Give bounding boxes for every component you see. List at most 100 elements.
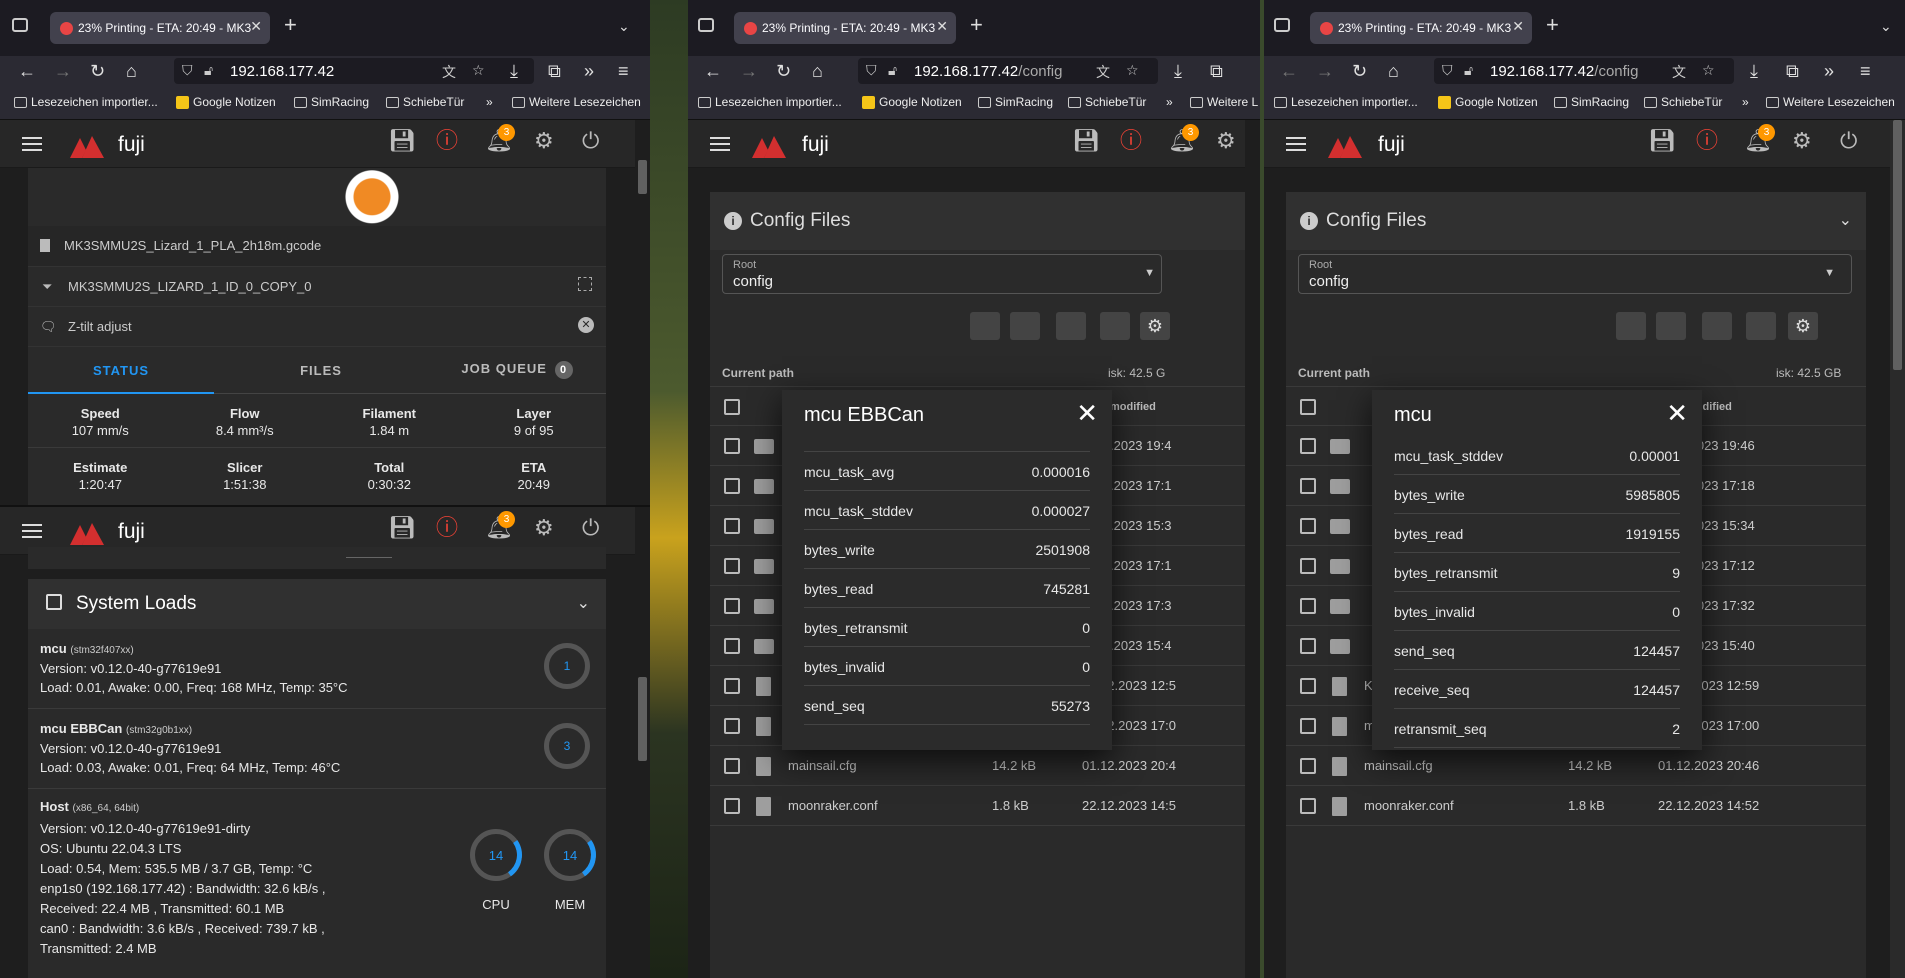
emergency-stop-icon[interactable]: ⓘ [436, 130, 458, 152]
close-tab-icon[interactable]: ✕ [936, 18, 948, 35]
more-tools-icon[interactable]: » [584, 62, 594, 80]
row-checkbox[interactable] [724, 438, 740, 454]
home-icon[interactable]: ⌂ [812, 62, 823, 80]
row-checkbox[interactable] [1300, 558, 1316, 574]
lock-icon[interactable]: 🔓︎ [888, 62, 897, 79]
browser-tab[interactable]: 23% Printing - ETA: 20:49 - MK3 ✕ [1310, 12, 1532, 44]
file-name[interactable]: moonraker.conf [1364, 798, 1454, 813]
menu-icon[interactable]: ≡ [1860, 62, 1871, 80]
url-bar[interactable]: ⛉ 🔓︎ 192.168.177.42/config 文 ☆ [858, 58, 1158, 84]
translate-icon[interactable]: 文 [442, 62, 456, 82]
translate-icon[interactable]: 文 [1096, 62, 1110, 82]
row-checkbox[interactable] [724, 638, 740, 654]
chevron-down-icon[interactable]: ⌄ [577, 593, 590, 613]
menu-icon[interactable]: ≡ [618, 62, 629, 80]
translate-icon[interactable]: 文 [1672, 62, 1686, 82]
download-icon[interactable]: ⤓ [510, 62, 518, 80]
row-checkbox[interactable] [724, 518, 740, 534]
reload-icon[interactable]: ↻ [1352, 62, 1367, 80]
refresh-button[interactable] [1100, 312, 1130, 340]
row-checkbox[interactable] [1300, 598, 1316, 614]
config-files-header[interactable]: i Config Files ⌄ [1286, 192, 1866, 250]
row-checkbox[interactable] [1300, 678, 1316, 694]
select-all-checkbox[interactable] [724, 399, 740, 415]
url-bar[interactable]: ⛉ 🔓︎ 192.168.177.42/config 文 ☆ [1434, 58, 1734, 84]
menu-hamburger-icon[interactable] [1286, 137, 1306, 151]
save-icon[interactable]: 💾︎ [388, 517, 416, 539]
shield-icon[interactable]: ⛉ [182, 62, 193, 79]
bookmark-star-icon[interactable]: ☆ [1126, 62, 1139, 79]
bookmark-item[interactable]: Google Notizen [862, 95, 962, 109]
tab-overview-icon[interactable] [12, 18, 28, 32]
new-tab-icon[interactable]: + [970, 14, 983, 36]
table-row-file[interactable]: mainsail.cfg 14.2 kB 01.12.2023 20:4 [710, 746, 1260, 786]
tab-files[interactable]: FILES [228, 363, 414, 378]
scrollbar-thumb[interactable] [1893, 120, 1902, 370]
select-all-checkbox[interactable] [1300, 399, 1316, 415]
gear-icon[interactable]: ⚙ [534, 130, 554, 152]
bookmark-item[interactable]: SchiebeTür [1068, 95, 1146, 109]
row-checkbox[interactable] [1300, 438, 1316, 454]
gear-icon[interactable]: ⚙ [534, 517, 554, 539]
menu-hamburger-icon[interactable] [22, 524, 42, 538]
gear-icon[interactable]: ⚙ [1216, 130, 1236, 152]
gear-icon[interactable]: ⚙ [1792, 130, 1812, 152]
upload-button[interactable] [970, 312, 1000, 340]
settings-button[interactable]: ⚙ [1140, 312, 1170, 340]
table-row-file[interactable]: moonraker.conf 1.8 kB 22.12.2023 14:5 [710, 786, 1260, 826]
list-tabs-icon[interactable]: ⌄ [1880, 18, 1892, 35]
new-folder-button[interactable] [1702, 312, 1732, 340]
new-file-button[interactable] [1010, 312, 1040, 340]
bookmark-item[interactable]: Lesezeichen importier... [14, 95, 158, 109]
refresh-button[interactable] [1746, 312, 1776, 340]
row-checkbox[interactable] [724, 798, 740, 814]
scrollbar[interactable] [635, 507, 650, 978]
forward-icon[interactable]: → [1316, 62, 1334, 80]
power-icon[interactable]: ⏻ [582, 130, 599, 152]
close-icon[interactable]: ✕ [1666, 398, 1688, 429]
root-select[interactable]: Root config ▼ [1298, 254, 1852, 294]
close-tab-icon[interactable]: ✕ [1512, 18, 1524, 35]
row-checkbox[interactable] [1300, 478, 1316, 494]
power-icon[interactable]: ⏻ [582, 517, 599, 539]
chevron-down-icon[interactable]: ⌄ [1839, 210, 1852, 230]
tab-overview-icon[interactable] [698, 18, 714, 32]
list-tabs-icon[interactable]: ⌄ [618, 18, 630, 35]
file-name[interactable]: mainsail.cfg [788, 758, 857, 773]
download-icon[interactable]: ⤓ [1750, 62, 1758, 80]
scrollbar-thumb[interactable] [638, 677, 647, 761]
forward-icon[interactable]: → [54, 62, 72, 80]
bookmark-item[interactable]: Lesezeichen importier... [698, 95, 842, 109]
row-checkbox[interactable] [724, 678, 740, 694]
row-checkbox[interactable] [724, 478, 740, 494]
lock-icon[interactable]: 🔓︎ [1464, 62, 1473, 79]
shield-icon[interactable]: ⛉ [1442, 62, 1453, 79]
bookmark-item[interactable]: SimRacing [978, 95, 1053, 109]
menu-hamburger-icon[interactable] [710, 137, 730, 151]
home-icon[interactable]: ⌂ [1388, 62, 1399, 80]
more-bookmarks-icon[interactable]: » [486, 95, 493, 109]
reload-icon[interactable]: ↻ [90, 62, 105, 80]
more-bookmarks-icon[interactable]: » [1166, 95, 1173, 109]
row-checkbox[interactable] [1300, 518, 1316, 534]
file-name[interactable]: mainsail.cfg [1364, 758, 1433, 773]
dropdown-arrow-icon[interactable]: ▼ [1824, 267, 1835, 279]
tab-status[interactable]: STATUS [28, 363, 214, 378]
new-file-button[interactable] [1656, 312, 1686, 340]
back-icon[interactable]: ← [1280, 62, 1298, 80]
root-select[interactable]: Root config ▼ [722, 254, 1162, 294]
save-icon[interactable]: 💾︎ [1072, 130, 1100, 152]
extensions-icon[interactable]: ⧉ [1210, 62, 1223, 80]
bookmark-item[interactable]: Google Notizen [176, 95, 276, 109]
system-loads-header[interactable]: System Loads ⌄ [28, 579, 606, 629]
bookmark-item[interactable]: SimRacing [1554, 95, 1629, 109]
back-icon[interactable]: ← [704, 62, 722, 80]
scrollbar[interactable] [635, 120, 650, 505]
config-files-header[interactable]: i Config Files [710, 192, 1260, 250]
row-checkbox[interactable] [724, 558, 740, 574]
clear-icon[interactable]: ✕ [578, 317, 594, 333]
upload-button[interactable] [1616, 312, 1646, 340]
row-checkbox[interactable] [1300, 758, 1316, 774]
row-checkbox[interactable] [1300, 718, 1316, 734]
scrollbar[interactable] [1890, 120, 1905, 978]
